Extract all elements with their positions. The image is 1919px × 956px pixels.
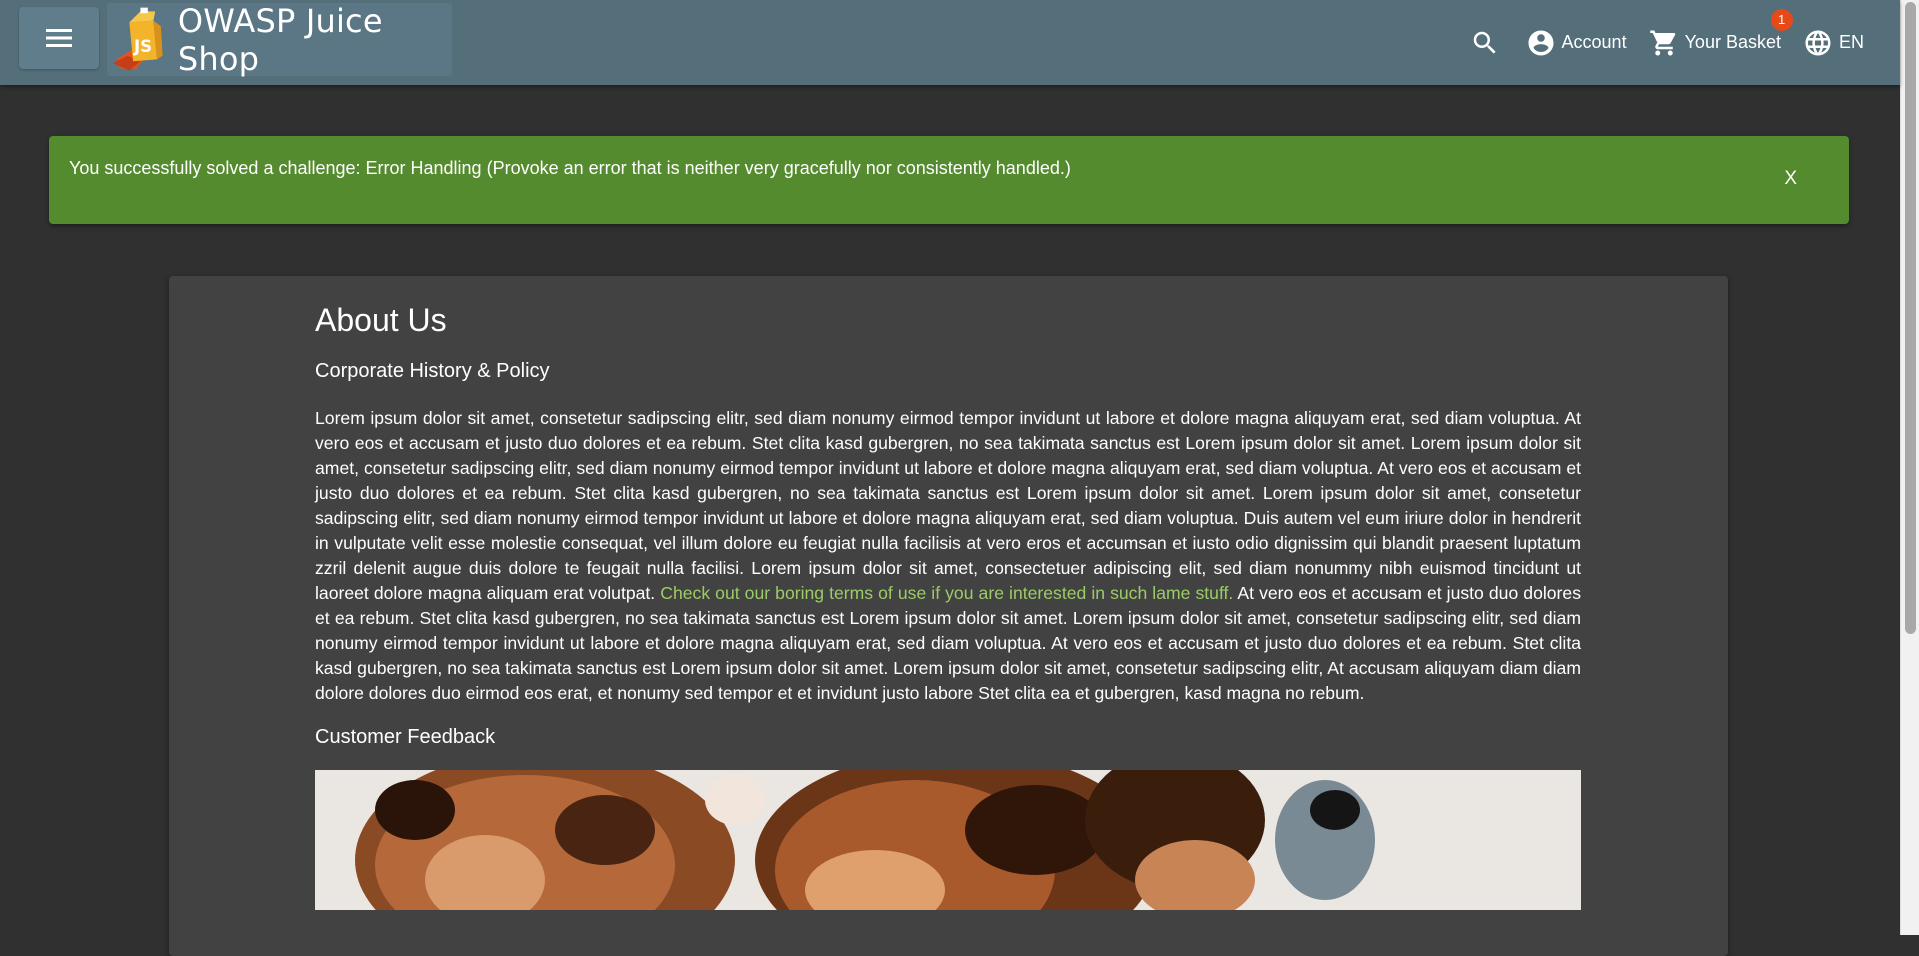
search-icon bbox=[1473, 31, 1496, 54]
account-label: Account bbox=[1561, 32, 1627, 52]
toolbar-actions: Account Your Basket 1 EN bbox=[1448, 0, 1864, 85]
basket-label: Your Basket bbox=[1684, 32, 1781, 52]
feedback-photo bbox=[315, 770, 1581, 910]
page-title: About Us bbox=[315, 302, 447, 338]
juice-shop-logo: JS bbox=[112, 7, 163, 71]
notification-message: You successfully solved a challenge: Err… bbox=[69, 158, 1071, 178]
notification-close-button[interactable]: X bbox=[1784, 168, 1797, 190]
about-content: About Us Corporate History & Policy Lore… bbox=[315, 276, 1581, 910]
home-logo-link[interactable]: JS OWASP Juice Shop bbox=[107, 1, 452, 78]
sidenav-menu-button[interactable] bbox=[19, 7, 99, 69]
language-button[interactable]: EN bbox=[1803, 28, 1864, 58]
paragraph-text-before-link: Lorem ipsum dolor sit amet, consetetur s… bbox=[315, 408, 1581, 603]
scrollbar-thumb[interactable] bbox=[1905, 2, 1916, 634]
language-label: EN bbox=[1838, 32, 1864, 52]
account-circle-icon bbox=[1528, 30, 1554, 55]
terms-of-use-link[interactable]: Check out our boring terms of use if you… bbox=[660, 583, 1233, 603]
section-title-corporate-history: Corporate History & Policy bbox=[315, 360, 550, 382]
basket-count-badge: 1 bbox=[1770, 8, 1793, 31]
corporate-history-paragraph: Lorem ipsum dolor sit amet, consetetur s… bbox=[315, 406, 1581, 706]
page-scrollbar[interactable] bbox=[1900, 0, 1919, 935]
language-icon bbox=[1805, 30, 1831, 55]
svg-text:JS: JS bbox=[133, 37, 152, 56]
challenge-solved-notification: You successfully solved a challenge: Err… bbox=[49, 136, 1849, 224]
account-button[interactable]: Account bbox=[1526, 28, 1627, 58]
app-title: OWASP Juice Shop bbox=[177, 1, 383, 78]
menu-icon bbox=[46, 29, 72, 47]
search-button[interactable] bbox=[1470, 28, 1500, 58]
shopping-cart-icon bbox=[1649, 30, 1675, 55]
about-us-card: About Us Corporate History & Policy Lore… bbox=[169, 276, 1728, 956]
customer-feedback-image[interactable] bbox=[315, 770, 1581, 910]
basket-button[interactable]: Your Basket 1 bbox=[1649, 8, 1793, 58]
section-title-customer-feedback: Customer Feedback bbox=[315, 726, 496, 748]
top-toolbar: JS OWASP Juice Shop Account Your Basket … bbox=[0, 0, 1900, 85]
